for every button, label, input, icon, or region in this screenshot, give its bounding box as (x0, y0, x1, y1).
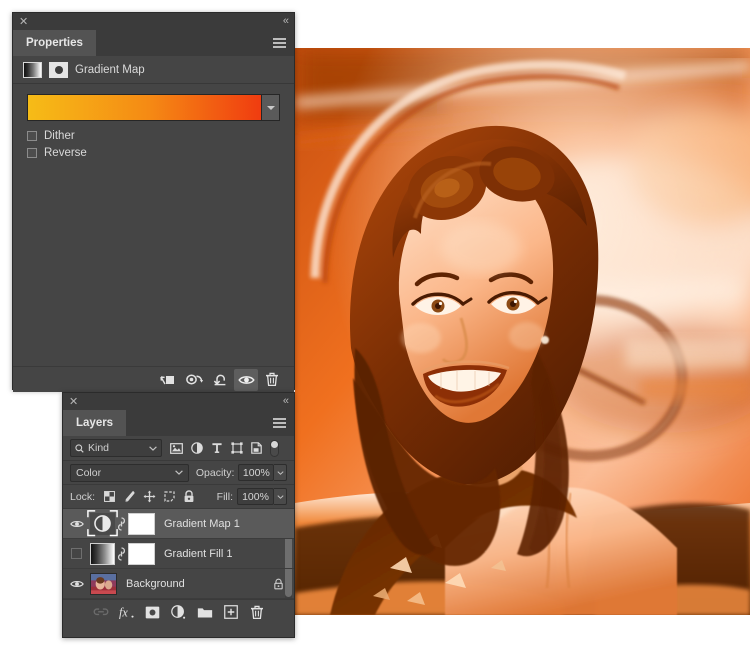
adjustment-header: Gradient Map (13, 56, 294, 84)
layer-locked-icon (273, 578, 284, 590)
layer-mask-thumbnail-icon[interactable] (49, 61, 68, 78)
adjustment-layer-thumbnail-icon[interactable] (87, 509, 118, 536)
collapse-panel-icon[interactable]: « (283, 396, 289, 407)
gradient-map-controls: Dither Reverse (13, 84, 294, 159)
fill-chevron-down-icon[interactable] (274, 488, 287, 505)
layer-visibility-toggle[interactable] (63, 548, 90, 559)
selection-brackets-icon (87, 509, 118, 536)
reverse-label: Reverse (44, 147, 87, 159)
eye-off-icon (71, 548, 82, 559)
filter-shape-layers-icon[interactable] (227, 439, 246, 458)
photoshop-screenshot: ✕ « Properties Gradient Map Dither Rever… (0, 0, 750, 662)
add-layer-mask-button[interactable] (143, 603, 162, 622)
close-icon[interactable]: ✕ (69, 396, 78, 407)
lock-label: Lock: (70, 490, 96, 503)
dither-label: Dither (44, 130, 75, 142)
collapse-panel-icon[interactable]: « (283, 16, 289, 27)
add-layer-style-button[interactable]: fx (117, 603, 136, 622)
lock-artboard-nesting-icon[interactable] (159, 487, 179, 506)
delete-adjustment-layer-button[interactable] (260, 369, 284, 391)
fill-input[interactable]: 100% (237, 488, 274, 505)
reset-adjustment-button[interactable] (208, 369, 232, 391)
properties-footer-toolbar (13, 366, 294, 392)
properties-tab-row: Properties (13, 30, 294, 56)
link-layers-button[interactable] (91, 603, 110, 622)
new-adjustment-layer-button[interactable] (169, 603, 188, 622)
layer-filter-row: Kind (63, 436, 294, 461)
layers-tab-row: Layers (63, 410, 294, 436)
lock-image-pixels-icon[interactable] (119, 487, 139, 506)
properties-panel-titlebar: ✕ « (13, 13, 294, 30)
layer-visibility-toggle[interactable] (63, 579, 90, 589)
eye-icon (69, 520, 84, 527)
layer-mask-thumbnail[interactable] (128, 512, 155, 535)
new-group-button[interactable] (195, 603, 214, 622)
tab-properties-label: Properties (26, 37, 83, 49)
fill-label: Fill: (216, 490, 233, 503)
canvas-image (295, 48, 750, 615)
photo-thumbnail-icon[interactable] (90, 572, 117, 595)
panel-menu-icon[interactable] (273, 410, 294, 436)
gradient-preset-chevron-icon[interactable] (262, 94, 280, 121)
layer-mask-thumbnail[interactable] (128, 542, 155, 565)
opacity-input[interactable]: 100% (238, 464, 275, 481)
opacity-chevron-down-icon[interactable] (274, 464, 288, 481)
blend-mode-select[interactable]: Color (70, 463, 189, 482)
filter-kind-label: Kind (88, 442, 110, 454)
toggle-layer-visibility-button[interactable] (234, 368, 258, 391)
search-icon (75, 443, 84, 453)
tab-layers-label: Layers (76, 417, 114, 429)
filter-smart-object-layers-icon[interactable] (247, 439, 266, 458)
table-row[interactable]: Gradient Map 1 (63, 509, 294, 539)
lock-position-icon[interactable] (139, 487, 159, 506)
adjustment-title: Gradient Map (75, 63, 145, 76)
blend-mode-row: Color Opacity: 100% (63, 461, 294, 485)
table-row[interactable]: Background (63, 569, 294, 599)
close-icon[interactable]: ✕ (19, 16, 28, 27)
filter-kind-select[interactable]: Kind (70, 439, 162, 457)
layer-name: Gradient Fill 1 (164, 547, 233, 560)
filter-enable-toggle[interactable] (270, 439, 279, 457)
opacity-label: Opacity: (195, 466, 235, 479)
document-canvas[interactable] (295, 48, 750, 615)
lock-row: Lock: Fill: 100% (63, 485, 294, 509)
properties-panel[interactable]: ✕ « Properties Gradient Map Dither Rever… (12, 12, 295, 392)
reverse-checkbox-row[interactable]: Reverse (27, 147, 280, 159)
blend-mode-value: Color (76, 466, 102, 479)
gradient-fill-thumbnail-icon[interactable] (90, 542, 115, 565)
gradient-picker-row (27, 94, 280, 121)
gradient-map-thumbnail-icon[interactable] (23, 61, 42, 78)
table-row[interactable]: Gradient Fill 1 (63, 539, 294, 569)
dither-checkbox[interactable] (27, 131, 37, 141)
dither-checkbox-row[interactable]: Dither (27, 130, 280, 142)
new-layer-button[interactable] (221, 603, 240, 622)
tab-layers[interactable]: Layers (63, 410, 127, 436)
layers-panel[interactable]: ✕ « Layers Kind Color Opacity: 100% Lock… (62, 392, 295, 638)
svg-text:fx: fx (119, 605, 128, 619)
filter-adjustment-layers-icon[interactable] (187, 439, 206, 458)
lock-all-icon[interactable] (179, 487, 199, 506)
layer-name: Gradient Map 1 (164, 517, 240, 530)
chevron-down-icon (175, 470, 183, 475)
view-previous-state-button[interactable] (182, 369, 206, 391)
panel-menu-icon[interactable] (273, 30, 294, 56)
layers-footer-toolbar: fx (63, 599, 294, 624)
reverse-checkbox[interactable] (27, 148, 37, 158)
chevron-down-icon (149, 445, 157, 451)
layer-name: Background (126, 577, 185, 590)
layer-visibility-toggle[interactable] (63, 519, 90, 529)
layers-list[interactable]: Gradient Map 1 Gradient Fill 1 Backgroun… (63, 509, 294, 599)
properties-empty-area (13, 164, 294, 366)
gradient-swatch[interactable] (27, 94, 262, 121)
eye-icon (69, 580, 84, 587)
link-mask-icon[interactable] (115, 546, 128, 561)
filter-type-layers-icon[interactable] (207, 439, 226, 458)
layers-panel-titlebar: ✕ « (63, 393, 294, 410)
tab-properties[interactable]: Properties (13, 30, 96, 56)
delete-layer-button[interactable] (247, 603, 266, 622)
lock-transparent-pixels-icon[interactable] (99, 487, 119, 506)
clip-to-layer-button[interactable] (156, 369, 180, 391)
filter-pixel-layers-icon[interactable] (167, 439, 186, 458)
